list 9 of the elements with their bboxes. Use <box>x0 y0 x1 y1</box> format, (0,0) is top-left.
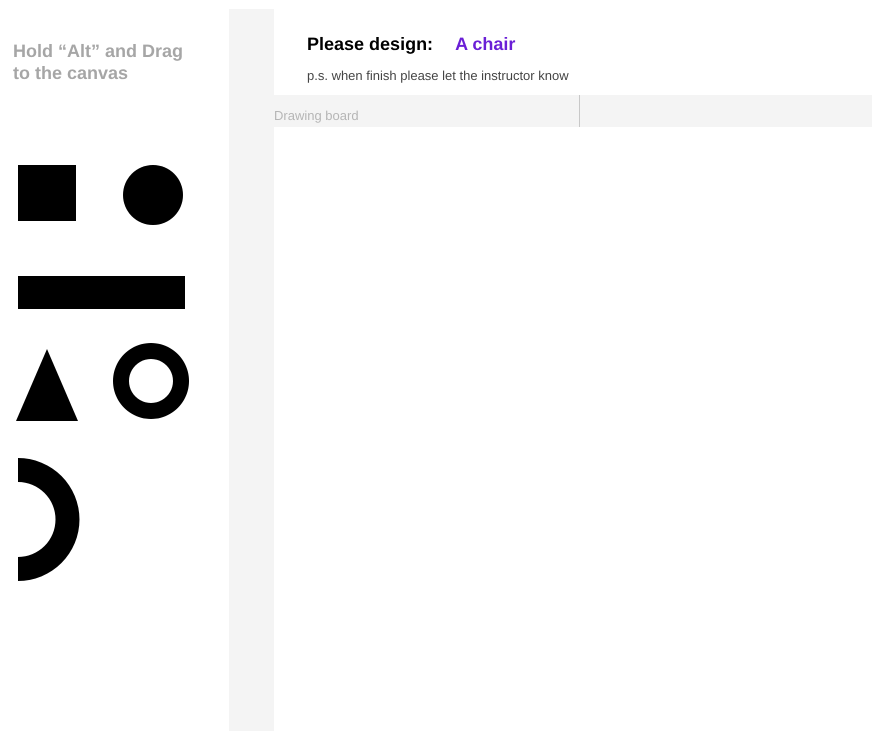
half-ring-shape-icon[interactable] <box>18 458 80 581</box>
prompt-label: Please design: <box>307 33 434 56</box>
instructor-note: p.s. when finish please let the instructor know <box>307 67 570 85</box>
instruction-text: Hold “Alt” and Drag to the canvas <box>13 40 184 84</box>
design-subject: A chair <box>455 33 516 56</box>
board-title: Drawing board <box>274 106 359 125</box>
circle-shape-icon[interactable] <box>123 165 183 225</box>
triangle-shape-icon[interactable] <box>16 349 78 421</box>
ring-shape-icon[interactable] <box>113 343 189 419</box>
